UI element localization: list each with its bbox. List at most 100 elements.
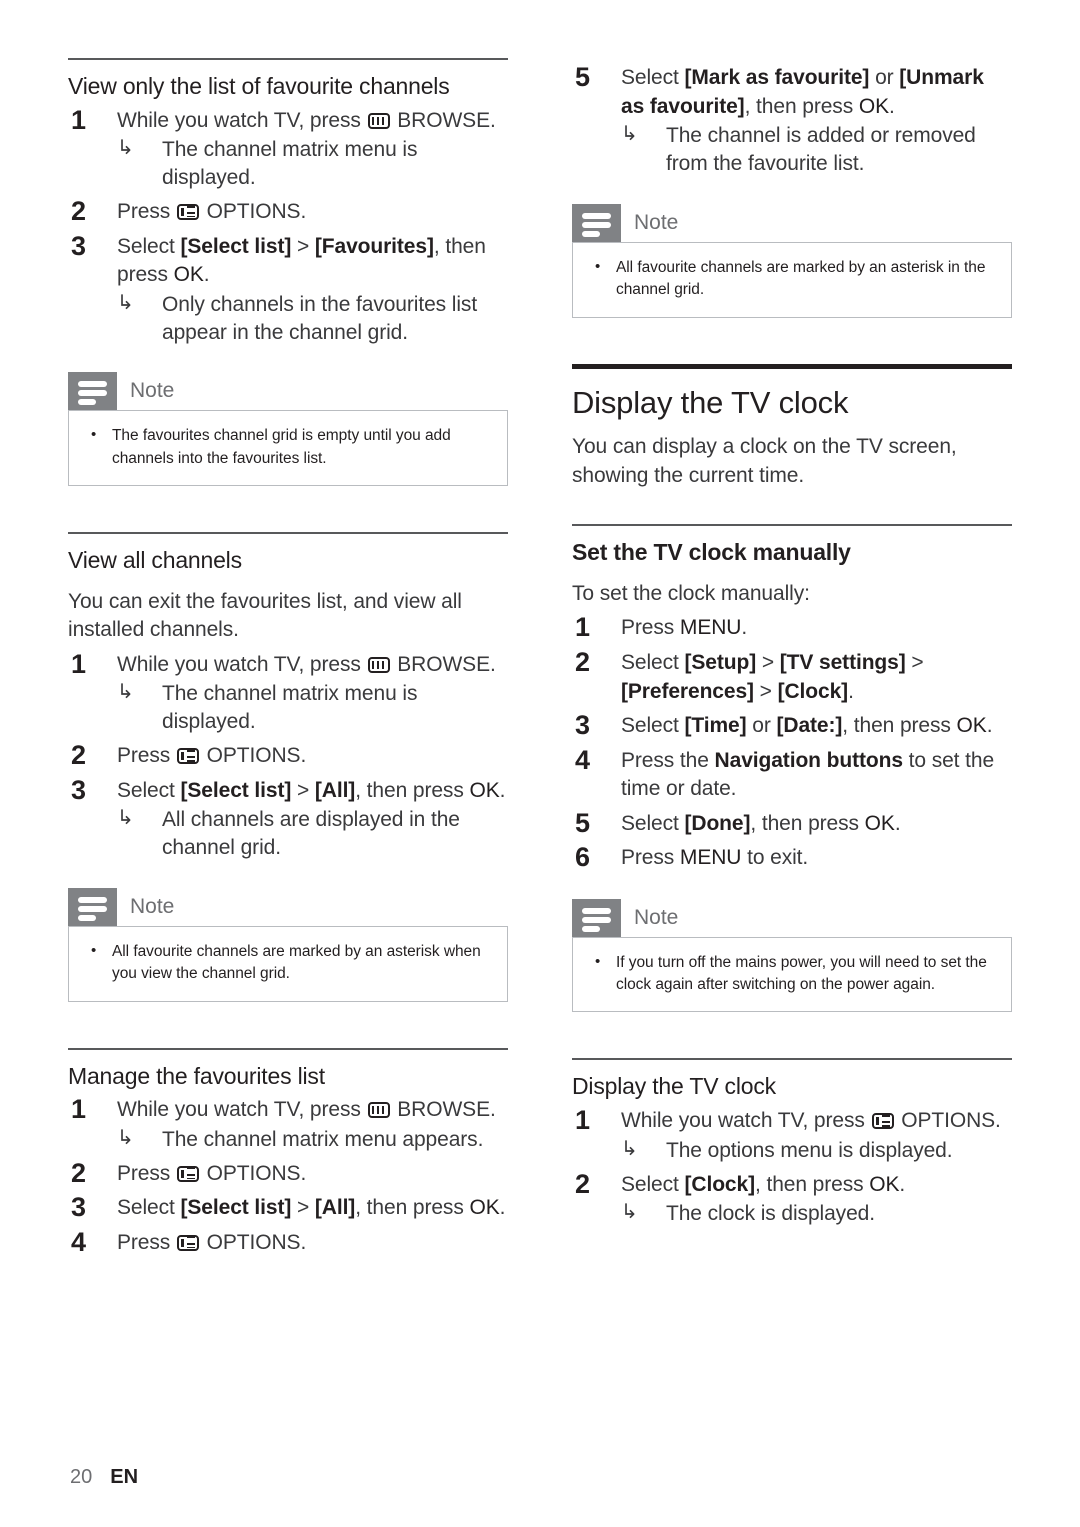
menu-keyword: [All] [314, 778, 356, 802]
step-text-pre: While you watch TV, press [117, 1098, 367, 1122]
two-column-layout: View only the list of favourite channels… [68, 58, 1012, 1257]
step-text-end: . [741, 616, 748, 640]
section-heading-view-favourites: View only the list of favourite channels [68, 73, 450, 99]
menu-key: MENU [679, 616, 742, 640]
section-heading-manage-favourites: Manage the favourites list [68, 1062, 325, 1089]
step-number: 3 [71, 230, 86, 261]
section-view-favourite-channels: View only the list of favourite channels… [68, 58, 508, 487]
chapter-intro: You can display a clock on the TV screen… [572, 435, 957, 487]
step-text-post: OPTIONS. [200, 1161, 307, 1185]
ok-keyword: OK [469, 1196, 500, 1220]
step-separator: > [291, 234, 315, 258]
page-language: EN [110, 1466, 139, 1488]
left-column: View only the list of favourite channels… [68, 58, 508, 1257]
step-item: 4 Press the Navigation buttons to set th… [572, 745, 1012, 804]
step-item: 2 Press OPTIONS. [68, 1157, 508, 1189]
step-number: 5 [575, 807, 590, 838]
chapter-rule [572, 363, 1012, 369]
step-text-pre: Select [621, 1172, 685, 1196]
ok-keyword: OK [469, 778, 500, 802]
note-list-item: All favourite channels are marked by an … [85, 940, 491, 986]
heading-rule [68, 532, 508, 535]
step-result: ↳ The options menu is displayed. [621, 1137, 1012, 1165]
step-text-pre: Select [621, 66, 685, 89]
step-item: 1 While you watch TV, press BROWSE. ↳ The… [68, 1094, 508, 1154]
step-number: 2 [71, 1157, 86, 1188]
options-icon [871, 1113, 894, 1130]
menu-keyword: [All] [314, 1196, 356, 1220]
options-icon [176, 203, 199, 220]
step-text-pre: Press [621, 616, 680, 640]
step-text-pre: Press [621, 846, 680, 870]
steps-set-clock: 1 Press MENU. 2 Select [Setup] > [TV set… [572, 612, 1012, 873]
step-separator: > [905, 650, 924, 674]
note-list: All favourite channels are marked by an … [589, 256, 995, 302]
step-result: ↳ The channel matrix menu appears. [117, 1126, 508, 1154]
step-result-text: All channels are displayed in the channe… [162, 808, 460, 860]
step-item: 1 While you watch TV, press BROWSE. ↳ The… [68, 649, 508, 736]
step-text-pre: Press [117, 199, 176, 223]
note-header: Note [572, 898, 1012, 937]
steps-continued: 5 Select [Mark as favourite] or [Unmark … [572, 62, 1012, 178]
steps-display-clock: 1 While you watch TV, press OPTIONS. ↳ Th… [572, 1105, 1012, 1228]
step-text-pre: Select [621, 714, 685, 738]
heading-rule [572, 524, 1012, 527]
step-number: 1 [575, 1105, 590, 1136]
heading-rule [68, 58, 508, 60]
step-item: 3 Select [Select list] > [Favourites], t… [68, 230, 508, 347]
note-list-item: If you turn off the mains power, you wil… [589, 951, 995, 997]
step-number: 2 [71, 740, 86, 771]
menu-keyword: [Select list] [180, 234, 292, 258]
step-text-post: OPTIONS. [200, 199, 307, 223]
note-body: All favourite channels are marked by an … [68, 926, 508, 1002]
ok-keyword: OK [869, 1172, 900, 1196]
note-header: Note [68, 888, 508, 927]
options-icon [176, 1165, 199, 1182]
menu-keyword: [Preferences] [621, 679, 754, 703]
step-text-end: . [203, 263, 210, 287]
section-heading-display-clock: Display the TV clock [572, 1073, 776, 1100]
menu-keyword: [Date:] [776, 714, 843, 738]
note-list: The favourites channel grid is empty unt… [85, 424, 491, 470]
step-text-pre: Press [117, 1161, 176, 1185]
step-text-pre: While you watch TV, press [117, 652, 367, 676]
step-item: 2 Press OPTIONS. [68, 740, 508, 771]
menu-keyword: [Clock] [777, 679, 849, 703]
step-text-pre: Select [621, 811, 685, 835]
step-separator: > [291, 778, 315, 802]
menu-keyword: [Select list] [180, 778, 292, 802]
options-icon [176, 1234, 199, 1251]
note-list: All favourite channels are marked by an … [85, 940, 491, 986]
result-arrow-icon: ↳ [621, 123, 638, 146]
step-text-end: . [986, 714, 993, 738]
note-body: If you turn off the mains power, you wil… [572, 936, 1012, 1013]
step-number: 1 [575, 612, 590, 643]
step-number: 2 [575, 1168, 590, 1199]
menu-key: MENU [679, 846, 742, 870]
note-list-item: The favourites channel grid is empty unt… [85, 424, 491, 470]
step-result: ↳ The clock is displayed. [621, 1200, 1012, 1228]
step-result-text: Only channels in the favourites list app… [162, 292, 478, 344]
step-item: 4 Press OPTIONS. [68, 1227, 508, 1258]
step-result-text: The channel is added or removed from the… [666, 124, 976, 176]
step-text-post: OPTIONS. [895, 1109, 1001, 1133]
step-number: 2 [71, 195, 86, 226]
page-footer: 20 EN [70, 1466, 138, 1489]
note-list: If you turn off the mains power, you wil… [589, 951, 995, 997]
step-separator: > [753, 679, 778, 703]
step-text-pre: While you watch TV, press [117, 108, 367, 132]
step-text-pre: Press the [621, 748, 715, 772]
note-box: Note If you turn off the mains power, yo… [572, 898, 1012, 1013]
note-icon [572, 203, 621, 242]
step-text-pre: Select [117, 778, 181, 802]
step-text-pre: While you watch TV, press [621, 1109, 871, 1133]
browse-icon [367, 656, 390, 673]
result-arrow-icon: ↳ [117, 807, 134, 830]
step-item: 1 While you watch TV, press BROWSE. ↳ The… [68, 105, 508, 192]
step-item: 6 Press MENU to exit. [572, 842, 1012, 873]
step-result-text: The channel matrix menu is displayed. [162, 682, 418, 734]
section-intro: To set the clock manually: [572, 581, 810, 605]
step-item: 2 Press OPTIONS. [68, 195, 508, 227]
